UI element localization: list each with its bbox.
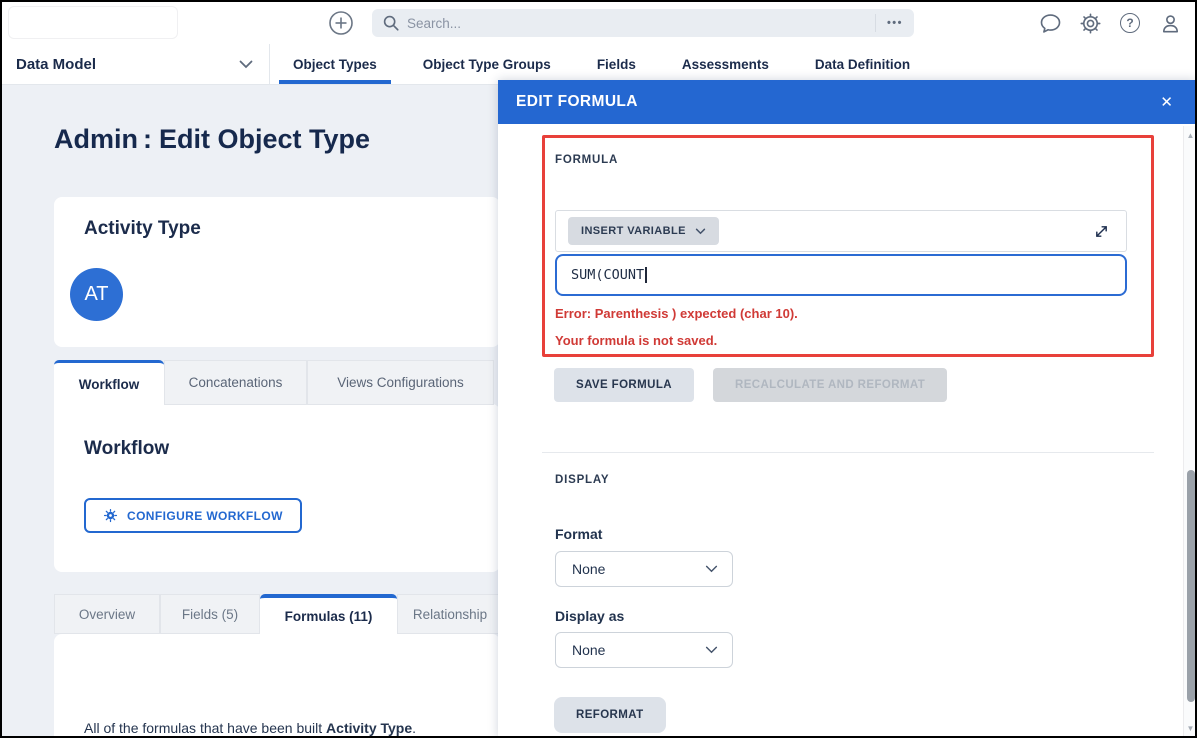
formula-error-message: Error: Parenthesis ) expected (char 10). [555, 306, 798, 321]
display-as-select[interactable]: None [555, 632, 733, 668]
chat-bubble-icon [1039, 12, 1062, 35]
tab-relationship[interactable]: Relationship [397, 594, 503, 634]
workflow-tab-bar: Workflow Concatenations Views Configurat… [54, 360, 494, 405]
formula-unsaved-message: Your formula is not saved. [555, 333, 717, 348]
search-input[interactable] [407, 16, 875, 31]
chevron-down-icon [695, 228, 706, 235]
panel-title: EDIT FORMULA [516, 93, 638, 111]
panel-header: EDIT FORMULA ✕ [498, 80, 1197, 124]
display-section-label: DISPLAY [555, 474, 609, 486]
format-label: Format [555, 526, 602, 542]
formulas-card: All of the formulas that have been built… [54, 634, 500, 738]
tab-fields[interactable]: Fields [574, 44, 659, 84]
help-button[interactable]: ? [1118, 11, 1142, 35]
search-icon [382, 14, 400, 32]
top-bar: ••• ? [2, 2, 1195, 44]
add-button[interactable] [328, 10, 354, 36]
activity-type-title: Activity Type [84, 218, 201, 240]
format-select[interactable]: None [555, 551, 733, 587]
formula-input[interactable]: SUM(COUNT [555, 254, 1127, 296]
gear-icon [103, 508, 118, 523]
module-nav-row: Data Model Object Types Object Type Grou… [2, 44, 1195, 85]
tab-assessments[interactable]: Assessments [659, 44, 792, 84]
tab-formulas-count[interactable]: Formulas (11) [260, 594, 397, 634]
chevron-down-icon [705, 646, 718, 654]
save-formula-button[interactable]: SAVE FORMULA [554, 368, 694, 402]
tab-data-definition[interactable]: Data Definition [792, 44, 933, 84]
workflow-card: Workflow CONFIGURE WORKFLOW [54, 404, 500, 572]
scroll-down-arrow[interactable]: ▼ [1184, 724, 1197, 733]
scroll-thumb[interactable] [1187, 470, 1195, 702]
tab-fields-count[interactable]: Fields (5) [160, 594, 260, 634]
tab-overview[interactable]: Overview [54, 594, 160, 634]
messages-button[interactable] [1038, 11, 1062, 35]
app-window: ••• ? [0, 0, 1197, 738]
tab-object-types[interactable]: Object Types [270, 44, 400, 84]
gear-icon [1079, 12, 1102, 35]
settings-button[interactable] [1078, 11, 1102, 35]
configure-workflow-button[interactable]: CONFIGURE WORKFLOW [84, 498, 302, 533]
formulas-note: All of the formulas that have been built… [84, 720, 416, 736]
scroll-up-arrow[interactable]: ▲ [1184, 131, 1197, 140]
chevron-down-icon [239, 60, 253, 69]
tab-object-type-groups[interactable]: Object Type Groups [400, 44, 574, 84]
formula-toolbar: INSERT VARIABLE [555, 210, 1127, 252]
tab-workflow[interactable]: Workflow [54, 360, 164, 405]
display-as-label: Display as [555, 608, 624, 624]
formula-section-label: FORMULA [555, 154, 618, 166]
insert-variable-button[interactable]: INSERT VARIABLE [568, 217, 719, 245]
reformat-button[interactable]: REFORMAT [554, 697, 666, 733]
active-tab-underline [279, 80, 391, 84]
module-label: Data Model [16, 56, 96, 73]
plus-icon [328, 10, 354, 36]
activity-type-card: Activity Type AT [54, 197, 500, 347]
ellipsis-icon: ••• [887, 17, 903, 29]
section-divider [542, 452, 1154, 453]
search-more-button[interactable]: ••• [875, 14, 914, 32]
detail-tab-bar: Overview Fields (5) Formulas (11) Relati… [54, 594, 503, 634]
close-icon[interactable]: ✕ [1160, 93, 1173, 111]
avatar: AT [70, 268, 123, 321]
user-menu-button[interactable] [1158, 11, 1182, 35]
search-bar[interactable]: ••• [372, 9, 914, 37]
help-icon: ? [1120, 13, 1140, 33]
expand-icon[interactable] [1093, 223, 1110, 240]
tab-concatenations[interactable]: Concatenations [164, 360, 307, 405]
text-cursor [645, 267, 647, 283]
panel-body: FORMULA INSERT VARIABLE [498, 124, 1197, 738]
edit-formula-panel: EDIT FORMULA ✕ FORMULA INSERT VARIABLE [498, 80, 1197, 738]
logo-placeholder [8, 6, 178, 39]
workflow-heading: Workflow [84, 438, 169, 460]
page-title: Admin:Edit Object Type [54, 124, 370, 155]
tab-views-configurations[interactable]: Views Configurations [307, 360, 494, 405]
chevron-down-icon [705, 565, 718, 573]
module-selector[interactable]: Data Model [2, 44, 270, 84]
topbar-icon-group: ? [1038, 2, 1182, 44]
panel-scrollbar[interactable]: ▲ ▼ [1183, 126, 1197, 738]
module-tabs: Object Types Object Type Groups Fields A… [270, 44, 933, 84]
recalculate-reformat-button: RECALCULATE AND REFORMAT [713, 368, 947, 402]
user-icon [1159, 12, 1182, 35]
